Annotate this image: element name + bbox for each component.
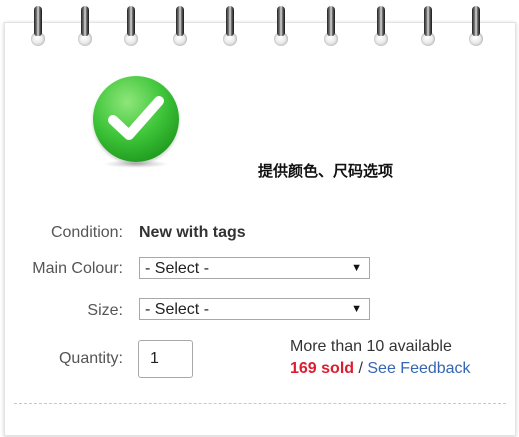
quantity-input[interactable]: 1 xyxy=(138,340,193,378)
divider xyxy=(14,403,506,404)
spiral-ring xyxy=(420,6,436,48)
availability-text: More than 10 available xyxy=(290,338,452,355)
spiral-ring xyxy=(468,6,484,48)
sold-count: 169 sold xyxy=(290,360,355,377)
condition-label: Condition: xyxy=(50,224,123,241)
spiral-binding xyxy=(0,0,519,50)
main-colour-label: Main Colour: xyxy=(32,260,123,277)
triangle-down-icon: ▼ xyxy=(351,262,362,274)
sold-feedback-line: 169 sold / See Feedback xyxy=(290,360,471,378)
spiral-ring xyxy=(273,6,289,48)
main-colour-selected: - Select - xyxy=(145,260,210,277)
spiral-ring xyxy=(222,6,238,48)
see-feedback-link[interactable]: See Feedback xyxy=(367,360,470,377)
spiral-ring xyxy=(323,6,339,48)
triangle-down-icon: ▼ xyxy=(351,303,362,315)
size-select[interactable]: - Select - ▼ xyxy=(139,298,370,320)
spiral-ring xyxy=(172,6,188,48)
quantity-label: Quantity: xyxy=(58,350,123,367)
main-colour-select[interactable]: - Select - ▼ xyxy=(139,257,370,279)
size-selected: - Select - xyxy=(145,301,210,318)
spiral-ring xyxy=(123,6,139,48)
size-label: Size: xyxy=(87,302,123,319)
condition-value: New with tags xyxy=(139,224,246,241)
options-note: 提供颜色、尺码选项 xyxy=(258,162,394,180)
check-circle-icon xyxy=(93,76,179,162)
spiral-ring xyxy=(30,6,46,48)
spiral-ring xyxy=(373,6,389,48)
spiral-ring xyxy=(77,6,93,48)
separator: / xyxy=(354,360,368,377)
